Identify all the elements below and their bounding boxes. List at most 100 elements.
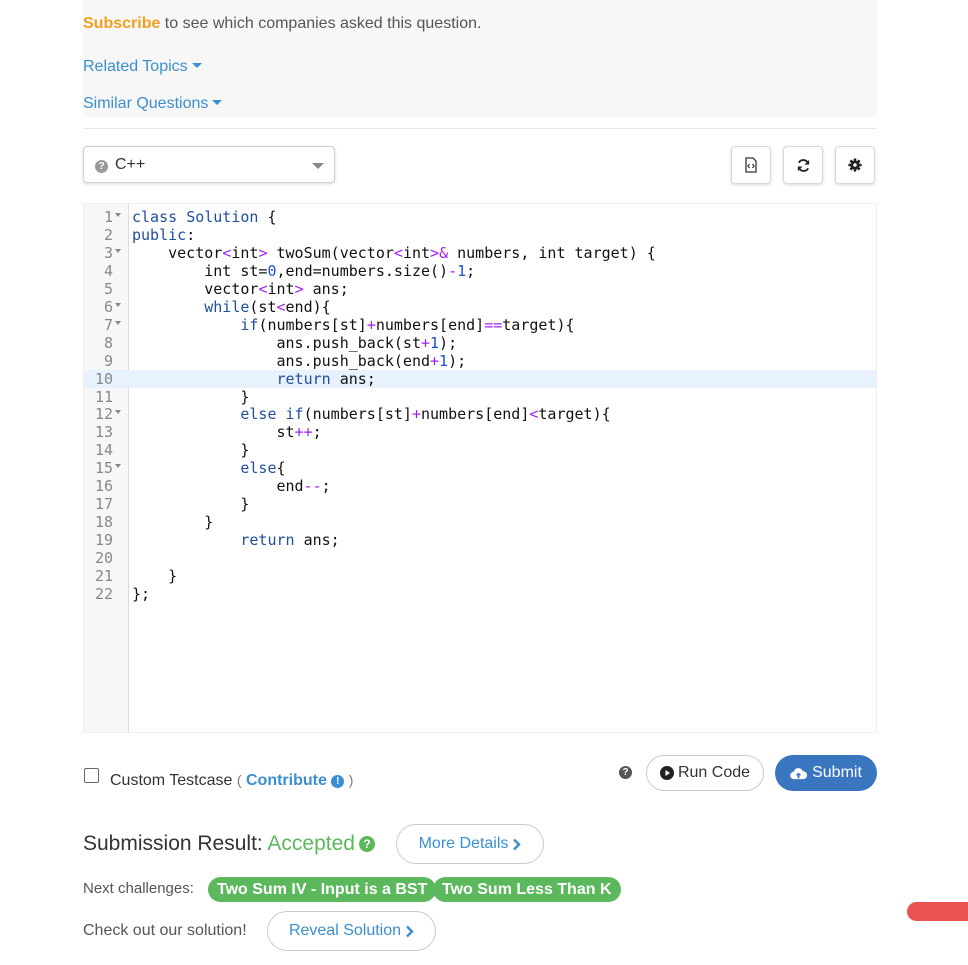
line-number: 21: [94, 567, 113, 585]
run-code-button[interactable]: Run Code: [646, 755, 764, 791]
code-text: }: [132, 387, 250, 406]
code-editor[interactable]: 1 class Solution {2 public: 3 vector<int> t…: [83, 203, 877, 733]
submit-button[interactable]: Submit: [775, 755, 877, 791]
refresh-icon: [797, 158, 809, 172]
more-details-button[interactable]: More Details: [396, 824, 544, 864]
code-line[interactable]: 6 while(st<end){: [84, 298, 876, 316]
code-text: int st=0,end=numbers.size()-1;: [132, 261, 476, 280]
accepted-status: Accepted: [267, 832, 355, 855]
code-text: }: [132, 567, 178, 585]
code-line[interactable]: 9 ans.push_back(end+1);: [84, 352, 876, 370]
code-line[interactable]: 16 end--;: [84, 477, 876, 495]
question-circle-icon: ?: [95, 160, 108, 173]
next-challenge-tag[interactable]: Two Sum Less Than K: [433, 877, 621, 902]
line-number: 15: [94, 459, 113, 478]
code-line[interactable]: 12 else if(numbers[st]+numbers[end]<targ…: [84, 405, 876, 423]
code-line[interactable]: 2 public:: [84, 226, 876, 244]
reveal-solution-button[interactable]: Reveal Solution: [267, 911, 436, 951]
divider: [83, 128, 877, 129]
cloud-upload-icon: [790, 767, 808, 779]
floating-tab[interactable]: [907, 902, 968, 921]
code-line[interactable]: 4 int st=0,end=numbers.size()-1;: [84, 262, 876, 280]
question-circle-icon[interactable]: ?: [619, 766, 632, 779]
run-code-label: Run Code: [677, 764, 751, 781]
code-line[interactable]: 21 }: [84, 567, 876, 585]
related-topics-label: Related Topics: [83, 58, 188, 75]
code-text: }: [132, 495, 250, 514]
fold-arrow-icon[interactable]: [115, 410, 121, 415]
code-line[interactable]: 15 else{: [84, 459, 876, 477]
code-text: public:: [132, 225, 196, 244]
line-number: 10: [94, 369, 113, 388]
fold-arrow-icon[interactable]: [115, 248, 121, 253]
line-number: 12: [94, 405, 113, 424]
code-line[interactable]: 10 return ans;: [84, 369, 876, 388]
chevron-right-icon: [513, 838, 522, 850]
settings-button[interactable]: [835, 146, 875, 184]
code-text: return ans;: [240, 531, 340, 550]
contribute-link[interactable]: Contribute: [246, 772, 327, 789]
code-text: st++;: [132, 423, 322, 442]
custom-testcase-checkbox[interactable]: [84, 768, 99, 783]
code-line[interactable]: 17 }: [84, 495, 876, 513]
similar-questions-toggle[interactable]: Similar Questions: [83, 95, 223, 113]
code-line[interactable]: 18 }: [84, 513, 876, 531]
code-line[interactable]: 1 class Solution {: [84, 208, 876, 226]
fold-arrow-icon[interactable]: [115, 302, 121, 307]
code-text: vector<int> ans;: [132, 279, 349, 298]
submission-result-label: Submission Result:: [83, 832, 268, 855]
line-number: 19: [94, 531, 113, 550]
similar-questions-label: Similar Questions: [83, 95, 209, 112]
code-text: end--;: [132, 477, 331, 496]
submission-result: Submission Result: Accepted?: [83, 832, 375, 856]
subscribe-line: Subscribe to see which companies asked t…: [83, 15, 481, 33]
code-line[interactable]: 19 return ans;: [84, 531, 876, 549]
play-circle-icon: [659, 766, 674, 780]
code-line[interactable]: 8 ans.push_back(st+1);: [84, 334, 876, 352]
line-number: 6: [103, 297, 113, 316]
line-number: 3: [103, 243, 113, 262]
check-solution-label: Check out our solution!: [83, 922, 247, 939]
code-line[interactable]: 5 vector<int> ans;: [84, 280, 876, 298]
reveal-solution-label: Reveal Solution: [288, 922, 402, 939]
code-text: ans.push_back(end+1);: [132, 351, 467, 370]
next-challenge-tag[interactable]: Two Sum IV - Input is a BST: [208, 877, 437, 902]
caret-down-icon: [212, 100, 223, 105]
file-code-button[interactable]: [731, 146, 771, 184]
question-circle-icon[interactable]: ?: [358, 836, 375, 852]
custom-testcase-row: Custom Testcase ( Contribute ! ): [110, 772, 353, 790]
paren-close: ): [348, 772, 354, 788]
line-number: 2: [103, 225, 113, 244]
file-code-icon: [745, 157, 757, 173]
reset-code-button[interactable]: [783, 146, 823, 184]
chevron-down-icon: [312, 163, 324, 169]
language-select[interactable]: ? C++: [83, 146, 335, 183]
subscribe-link[interactable]: Subscribe: [83, 15, 160, 32]
code-line[interactable]: 22};: [84, 585, 876, 603]
line-number: 17: [94, 495, 113, 514]
more-details-label: More Details: [418, 835, 509, 852]
line-number: 9: [103, 351, 113, 370]
line-number: 18: [94, 513, 113, 532]
line-number: 11: [94, 387, 113, 406]
fold-arrow-icon[interactable]: [115, 320, 121, 325]
fold-arrow-icon[interactable]: [115, 213, 121, 217]
custom-testcase-label: Custom Testcase: [110, 772, 233, 789]
fold-arrow-icon[interactable]: [115, 464, 121, 469]
code-line[interactable]: 3 vector<int> twoSum(vector<int>& number…: [84, 244, 876, 262]
line-number: 13: [94, 423, 113, 442]
info-icon[interactable]: !: [331, 775, 345, 788]
code-text: }: [132, 441, 250, 460]
code-line[interactable]: 20: [84, 549, 876, 567]
related-topics-toggle[interactable]: Related Topics: [83, 58, 202, 76]
line-number: 16: [94, 477, 113, 496]
line-number: 14: [94, 441, 113, 460]
line-number: 22: [94, 584, 113, 603]
code-line[interactable]: 7 if(numbers[st]+numbers[end]==target){: [84, 316, 876, 334]
code-text: ans.push_back(st+1);: [132, 333, 458, 352]
code-text: return ans;: [276, 369, 376, 388]
code-line[interactable]: 13 st++;: [84, 423, 876, 441]
code-line[interactable]: 11 }: [84, 388, 876, 406]
caret-down-icon: [191, 63, 202, 68]
code-line[interactable]: 14 }: [84, 441, 876, 459]
